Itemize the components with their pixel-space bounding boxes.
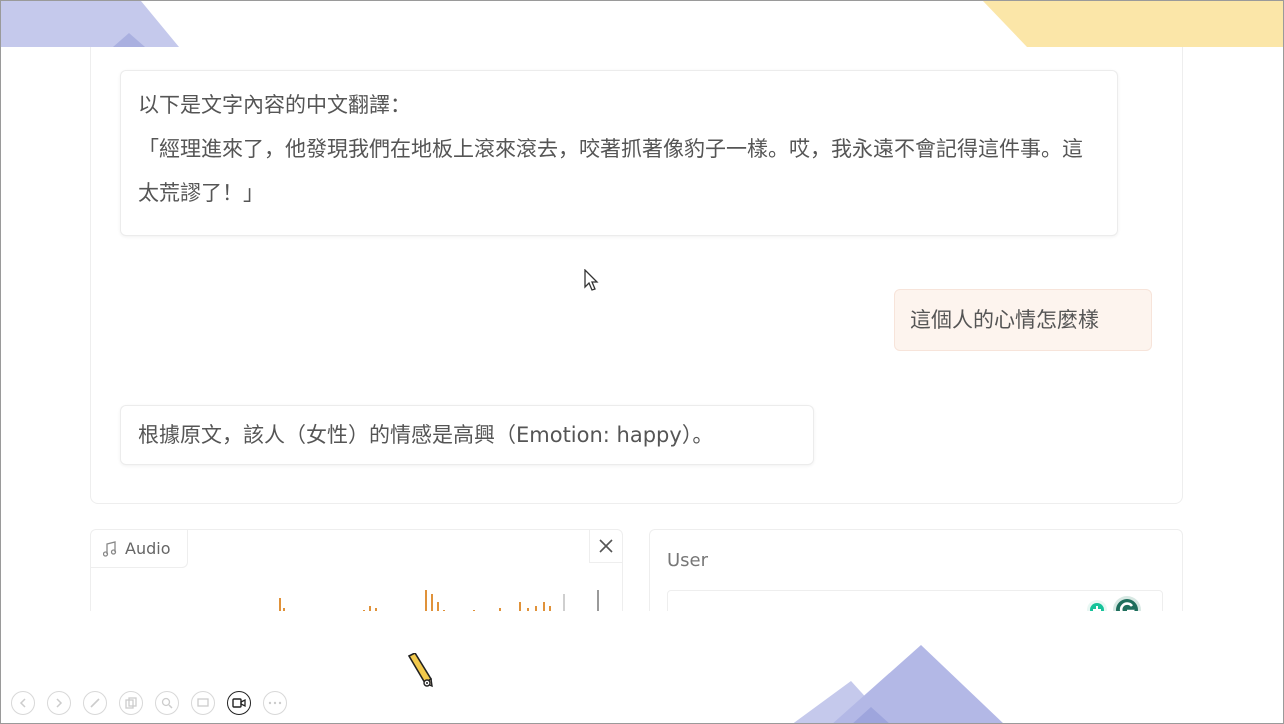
audio-label-text: Audio: [125, 539, 171, 558]
screen-icon: [197, 698, 209, 707]
bot-message: 以下是文字內容的中文翻譯： 「經理進來了，他發現我們在地板上滾來滾去，咬著抓著像…: [120, 70, 1118, 236]
bot-message-body: 「經理進來了，他發現我們在地板上滾來滾去，咬著抓著像豹子一樣。哎，我永遠不會記得…: [138, 137, 1083, 205]
more-options-button[interactable]: [263, 691, 287, 715]
prev-icon: [19, 698, 26, 708]
next-slide-button[interactable]: [47, 691, 71, 715]
next-icon: [56, 698, 63, 708]
music-note-icon: [103, 540, 117, 557]
audio-label-tab: Audio: [91, 530, 188, 568]
pen-tool-button[interactable]: [83, 691, 107, 715]
slide-frame: 以下是文字內容的中文翻譯： 「經理進來了，他發現我們在地板上滾來滾去，咬著抓著像…: [0, 0, 1284, 724]
user-input-panel: User: [649, 529, 1183, 632]
zoom-icon: [161, 697, 173, 709]
decorative-shape-top-left: [1, 1, 179, 47]
zoom-button[interactable]: [155, 691, 179, 715]
user-input-label: User: [667, 550, 709, 571]
video-button[interactable]: [227, 691, 251, 715]
bot-message-intro: 以下是文字內容的中文翻譯：: [138, 93, 411, 117]
mouse-cursor-icon: [584, 269, 599, 291]
user-message: 這個人的心情怎麼樣: [894, 289, 1152, 351]
pen-icon: [90, 698, 100, 708]
pencil-cursor-icon: [407, 653, 433, 688]
close-audio-button[interactable]: [589, 530, 622, 563]
presentation-toolbar: [11, 691, 287, 715]
more-icon: [268, 701, 282, 705]
bot-message-text: 根據原文，該人（女性）的情感是高興（Emotion: happy）。: [138, 423, 714, 447]
audio-panel: Audio: [90, 529, 623, 621]
copy-icon: [125, 697, 137, 709]
bot-message: 根據原文，該人（女性）的情感是高興（Emotion: happy）。: [120, 405, 814, 465]
copy-slide-button[interactable]: [119, 691, 143, 715]
video-icon: [232, 698, 246, 708]
screen-button[interactable]: [191, 691, 215, 715]
close-icon: [599, 539, 613, 553]
decorative-shape-bottom: [793, 645, 1003, 723]
previous-slide-button[interactable]: [11, 691, 35, 715]
user-message-text: 這個人的心情怎麼樣: [910, 308, 1099, 332]
decorative-shape-top-right: [983, 1, 1283, 47]
